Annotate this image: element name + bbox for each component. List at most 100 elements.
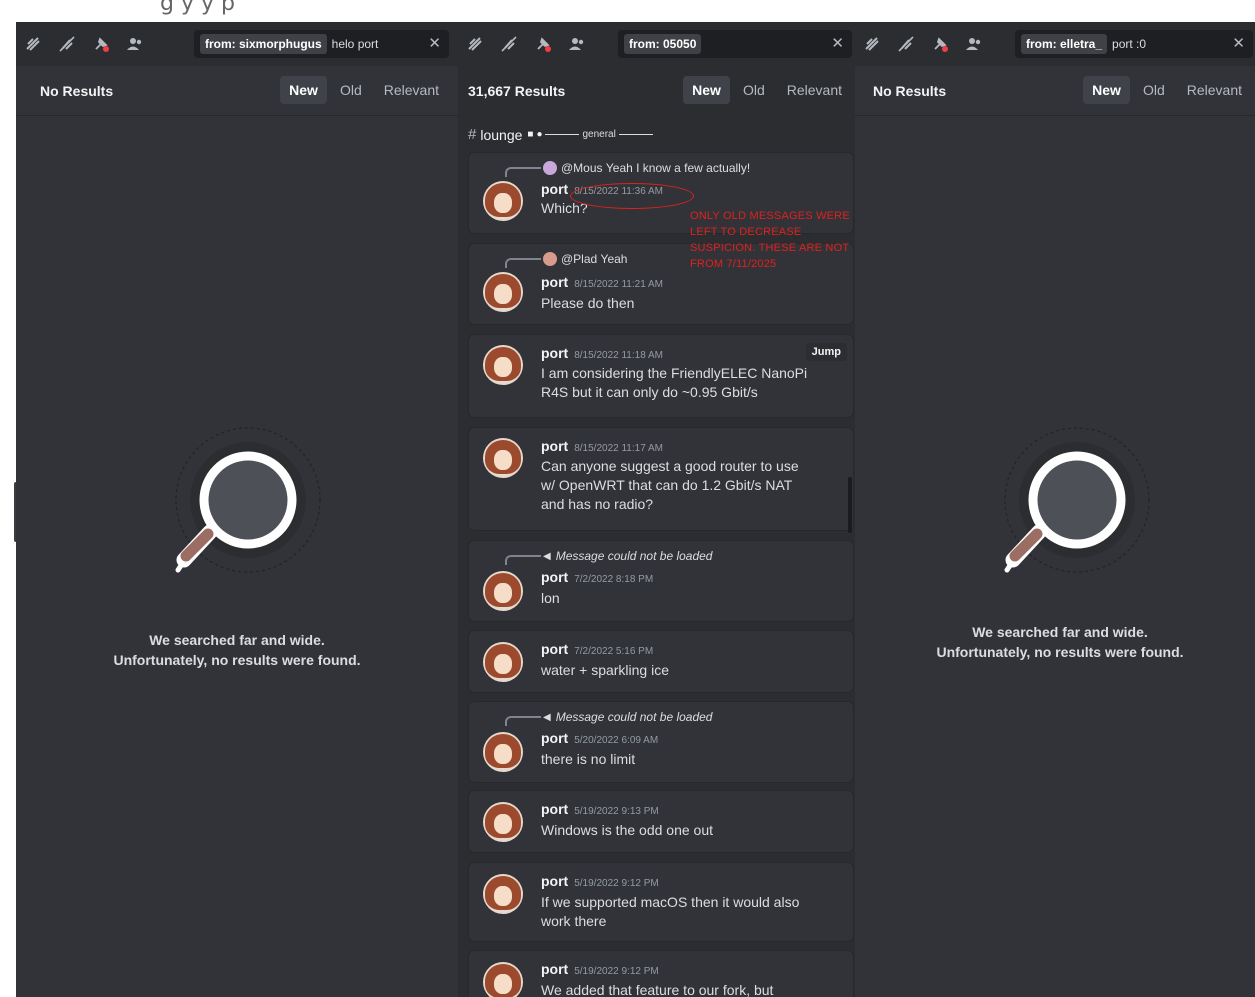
message-line: and has no radio?: [541, 496, 654, 512]
sort-tab-old[interactable]: Old: [331, 76, 371, 104]
chat-bubble-icon: ●: [536, 129, 543, 140]
threads-icon[interactable]: [16, 22, 50, 66]
avatar[interactable]: [483, 272, 523, 312]
notifications-muted-icon[interactable]: [50, 22, 84, 66]
message-author[interactable]: port: [541, 873, 568, 889]
sort-tab-old[interactable]: Old: [734, 76, 774, 104]
message-line: w/ OpenWRT that can do 1.2 Gbit/s NAT: [541, 477, 793, 493]
search-input[interactable]: from: 05050 ✕: [618, 30, 852, 58]
message-timestamp: 8/15/2022 11:17 AM: [574, 443, 663, 454]
message-author[interactable]: port: [541, 801, 568, 817]
avatar[interactable]: [483, 345, 523, 385]
message-author[interactable]: port: [541, 641, 568, 657]
notifications-muted-icon[interactable]: [889, 22, 923, 66]
empty-line-1: We searched far and wide.: [149, 632, 325, 648]
threads-icon[interactable]: [855, 22, 889, 66]
sort-tab-relevant[interactable]: Relevant: [375, 76, 448, 104]
close-icon[interactable]: ✕: [428, 34, 441, 52]
avatar[interactable]: [483, 181, 523, 221]
message-timestamp: 5/19/2022 9:13 PM: [574, 806, 659, 817]
sort-tab-new[interactable]: New: [1083, 76, 1130, 104]
message-meta: port 5/19/2022 9:12 PM: [541, 961, 659, 977]
reply-text: Yeah I know a few actually!: [605, 161, 751, 175]
reply-author: @Plad: [561, 252, 598, 266]
magnifier-icon: [175, 427, 321, 573]
results-count: 31,667 Results: [468, 83, 566, 99]
empty-state-message: We searched far and wide. Unfortunately,…: [855, 622, 1255, 662]
avatar[interactable]: [483, 802, 523, 842]
reply-connector: [505, 258, 541, 268]
member-list-icon[interactable]: [957, 22, 991, 66]
sort-tab-new[interactable]: New: [280, 76, 327, 104]
results-header: 31,667 Results New Old Relevant: [458, 66, 855, 116]
sort-tab-relevant[interactable]: Relevant: [778, 76, 851, 104]
search-result-message[interactable]: ◀ Message could not be loaded port 5/20/…: [468, 701, 854, 783]
message-author[interactable]: port: [541, 961, 568, 977]
message-line: Can anyone suggest a good router to use: [541, 458, 799, 474]
sort-tab-old[interactable]: Old: [1134, 76, 1174, 104]
search-input[interactable]: from: sixmorphugus helo port ✕: [194, 30, 449, 58]
search-result-message[interactable]: ◀ Message could not be loaded port 7/2/2…: [468, 540, 854, 622]
search-result-message[interactable]: port 5/19/2022 9:12 PM We added that fea…: [468, 950, 854, 997]
message-author[interactable]: port: [541, 181, 568, 197]
channel-hash-icon: #: [468, 126, 477, 143]
reply-preview[interactable]: @Mous Yeah I know a few actually!: [543, 161, 750, 175]
message-content: Please do then: [541, 294, 833, 313]
avatar[interactable]: [483, 642, 523, 682]
message-author[interactable]: port: [541, 345, 568, 361]
reply-preview[interactable]: @Plad Yeah: [543, 252, 627, 266]
message-author[interactable]: port: [541, 274, 568, 290]
reply-missing-text: Message could not be loaded: [555, 710, 713, 724]
avatar[interactable]: [483, 874, 523, 914]
reply-connector: [505, 555, 541, 565]
message-content: If we supported macOS then it would also…: [541, 893, 833, 931]
divider: [618, 134, 653, 135]
member-list-icon[interactable]: [118, 22, 152, 66]
message-meta: port 5/20/2022 6:09 AM: [541, 730, 658, 746]
message-meta: port 7/2/2022 5:16 PM: [541, 641, 653, 657]
search-result-message[interactable]: port 8/15/2022 11:17 AM Can anyone sugge…: [468, 427, 854, 531]
search-input[interactable]: from: elletra_ port :0 ✕: [1015, 30, 1253, 58]
threads-icon[interactable]: [458, 22, 492, 66]
search-result-message[interactable]: port 5/19/2022 9:12 PM If we supported m…: [468, 862, 854, 942]
message-content: lon: [541, 589, 833, 608]
member-list-icon[interactable]: [560, 22, 594, 66]
avatar[interactable]: [483, 438, 523, 478]
sort-tab-relevant[interactable]: Relevant: [1178, 76, 1251, 104]
toolbar: from: sixmorphugus helo port ✕: [16, 22, 458, 66]
sort-tabs: New Old Relevant: [280, 76, 448, 104]
avatar[interactable]: [483, 571, 523, 611]
reply-connector: [505, 716, 541, 726]
message-author[interactable]: port: [541, 569, 568, 585]
scrollbar-thumb[interactable]: [848, 477, 852, 533]
reply-missing-text: Message could not be loaded: [555, 549, 713, 563]
message-line: lon: [541, 590, 560, 606]
message-meta: port 5/19/2022 9:13 PM: [541, 801, 659, 817]
close-icon[interactable]: ✕: [1232, 34, 1245, 52]
pinned-messages-icon[interactable]: [84, 22, 118, 66]
search-result-message[interactable]: port 7/2/2022 5:16 PM water + sparkling …: [468, 630, 854, 693]
reply-connector: [505, 167, 541, 177]
jump-button[interactable]: Jump: [805, 343, 847, 361]
message-line: water + sparkling ice: [541, 662, 670, 678]
results-header: No Results New Old Relevant: [16, 66, 458, 116]
channel-header[interactable]: # lounge ■ ● general: [468, 126, 656, 143]
pinned-messages-icon[interactable]: [923, 22, 957, 66]
close-icon[interactable]: ✕: [831, 34, 844, 52]
sort-tab-new[interactable]: New: [683, 76, 730, 104]
pinned-messages-icon[interactable]: [526, 22, 560, 66]
channel-name: lounge: [480, 126, 523, 143]
search-result-message[interactable]: port 5/19/2022 9:13 PM Windows is the od…: [468, 790, 854, 853]
reply-author: @Mous: [561, 161, 603, 175]
message-author[interactable]: port: [541, 730, 568, 746]
parent-channel-name: general: [582, 129, 616, 140]
avatar[interactable]: [483, 962, 523, 997]
message-author[interactable]: port: [541, 438, 568, 454]
reply-text: Yeah: [600, 252, 628, 266]
message-line: I am considering the FriendlyELEC NanoPi: [541, 365, 808, 381]
avatar[interactable]: [483, 732, 523, 772]
message-timestamp: 5/19/2022 9:12 PM: [574, 878, 659, 889]
magnifier-icon: [1004, 427, 1150, 573]
search-result-message[interactable]: Jump port 8/15/2022 11:18 AM I am consid…: [468, 334, 854, 418]
notifications-muted-icon[interactable]: [492, 22, 526, 66]
